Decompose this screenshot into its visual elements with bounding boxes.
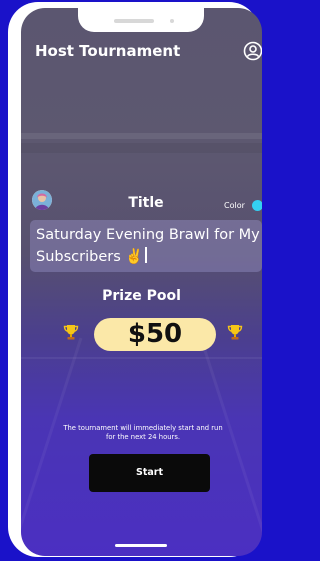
avatar[interactable] xyxy=(32,190,52,210)
device-notch xyxy=(78,8,204,32)
profile-button[interactable] xyxy=(243,41,262,61)
color-picker-swatch[interactable] xyxy=(252,200,262,211)
start-button[interactable]: Start xyxy=(89,454,210,492)
text-cursor xyxy=(145,247,147,263)
prize-amount-field[interactable]: $50 xyxy=(94,318,216,351)
trophy-icon xyxy=(63,325,79,340)
app-screen: Host Tournament Title Color Saturday Eve… xyxy=(21,8,262,556)
user-circle-icon xyxy=(243,41,262,61)
title-input-value: Saturday Evening Brawl for My Subscriber… xyxy=(36,227,260,265)
prize-amount: $50 xyxy=(127,319,183,349)
page-title: Host Tournament xyxy=(35,42,181,60)
phone-frame: Host Tournament Title Color Saturday Eve… xyxy=(8,2,262,557)
color-label: Color xyxy=(224,201,245,210)
info-text: The tournament will immediately start an… xyxy=(63,424,223,441)
prize-pool-label: Prize Pool xyxy=(102,288,181,304)
title-input[interactable]: Saturday Evening Brawl for My Subscriber… xyxy=(30,220,262,272)
home-indicator xyxy=(115,544,167,547)
title-label: Title xyxy=(128,195,164,211)
trophy-icon xyxy=(227,325,243,340)
